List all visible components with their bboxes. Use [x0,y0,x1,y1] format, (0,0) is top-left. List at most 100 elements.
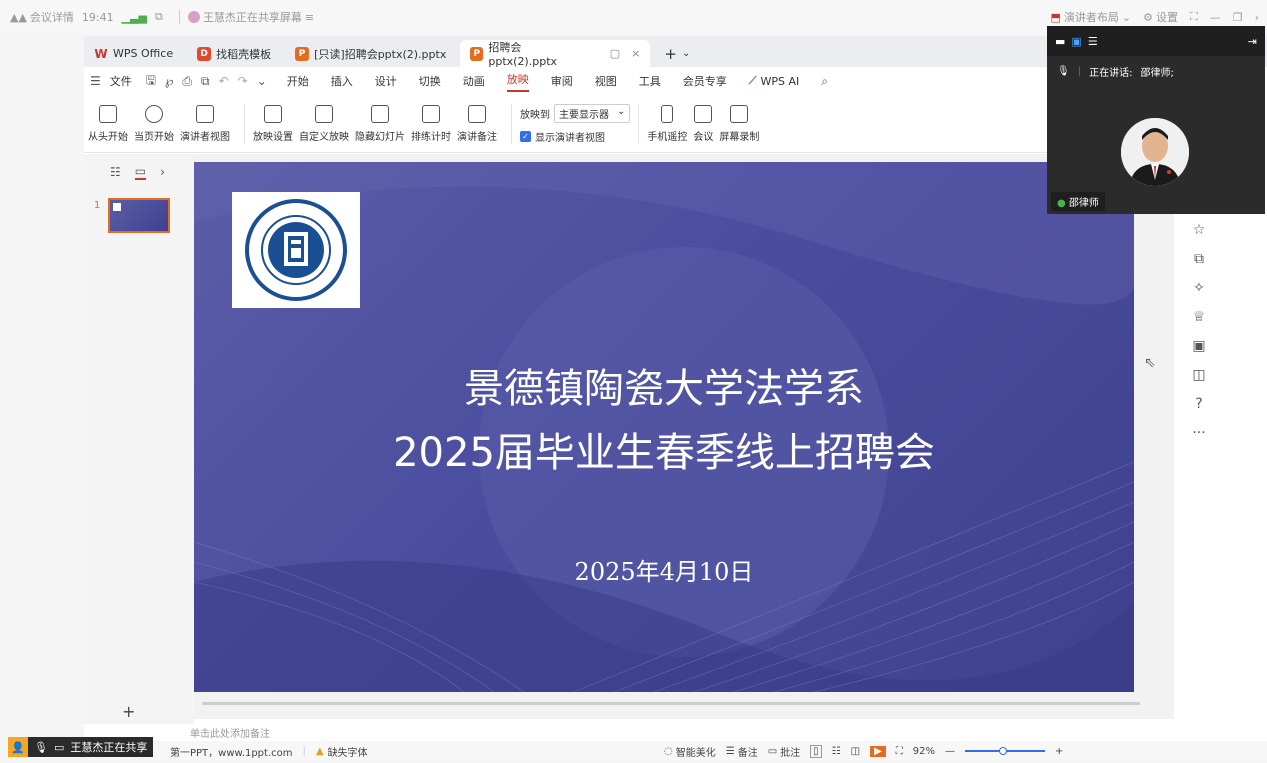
display-select-value: 主要显示器 [559,109,609,121]
book-icon[interactable]: ◫ [1192,367,1205,383]
minimize-icon[interactable]: ▬ [1055,35,1065,48]
menu-animations[interactable]: 动画 [463,73,485,89]
grid-view-icon[interactable]: ☷ [832,746,841,757]
minimize-icon[interactable]: — [1210,11,1221,24]
window-icon[interactable]: ▣ [1071,35,1081,48]
phone-remote-button[interactable]: 手机遥控 [647,104,687,143]
menu-view[interactable]: 视图 [595,73,617,89]
fit-window-icon[interactable]: ⛶ [896,746,903,757]
star-icon[interactable]: ☆ [1193,222,1206,238]
show-presenter-view-checkbox[interactable]: ✓ 显示演讲者视图 [520,129,630,144]
image-icon[interactable]: ▣ [1192,338,1205,354]
meeting-details-button[interactable]: ▲▲ 会议详情 [10,9,74,25]
play-from-current-button[interactable]: 当页开始 [134,104,174,143]
menu-slideshow[interactable]: 放映 [506,71,529,92]
ribbon-label: 排练计时 [411,131,451,143]
reading-view-icon[interactable]: ◫ [851,746,860,757]
divider: | [302,745,306,757]
zoom-in-button[interactable]: + [1055,746,1063,757]
print-icon[interactable]: ⎙ [182,74,192,89]
speaker-notes-button[interactable]: 演讲备注 [457,104,497,143]
slideshow-settings-button[interactable]: 放映设置 [253,104,293,143]
menu-insert[interactable]: 插入 [331,73,353,89]
outline-view-icon[interactable]: ☷ [110,165,121,179]
shapes-icon[interactable]: ⧉ [1194,251,1204,267]
presenter-layout-button[interactable]: ⬒ 演讲者布局 ⌄ [1051,9,1132,25]
presenter-view-button[interactable]: 演讲者视图 [180,104,230,143]
slide-date[interactable]: 2025年4月10日 [194,552,1134,587]
zoom-slider-thumb[interactable] [999,747,1008,755]
slide-title-line2[interactable]: 2025届毕业生春季线上招聘会 [194,424,1134,482]
menu-design[interactable]: 设计 [375,73,397,89]
sharing-status[interactable]: 王慧杰正在共享屏幕 ≡ [187,9,314,25]
menu-tools[interactable]: 工具 [639,73,661,89]
notes-area[interactable]: 单击此处添加备注 [190,722,1174,742]
magic-icon[interactable]: ✧ [1193,280,1205,296]
search-icon[interactable]: ⌕ [821,74,828,89]
screen-record-button[interactable]: 屏幕录制 [719,104,759,143]
play-from-start-button[interactable]: 从头开始 [88,104,128,143]
display-select[interactable]: 主要显示器 ⌄ [554,103,631,123]
undo-icon[interactable]: ↶ [219,74,229,88]
save-icon[interactable]: 🖫 [146,71,156,92]
more-icon[interactable]: ··· [1192,425,1205,441]
slide-title-line1[interactable]: 景德镇陶瓷大学法学系 [194,360,1134,418]
help-icon[interactable]: ? [1195,396,1202,412]
tab-active-ppt[interactable]: P 招聘会pptx(2).pptx ▢ × [460,40,651,68]
shirt-icon[interactable]: ♕ [1193,309,1206,325]
list-icon[interactable]: ☰ [1088,35,1098,48]
notes-icon [468,104,486,123]
smart-beautify-button[interactable]: ◌ 智能美化 [664,744,716,759]
chevron-right-icon[interactable]: › [1255,11,1259,24]
zoom-out-button[interactable]: — [945,746,955,757]
checkbox-checked-icon: ✓ [520,130,531,142]
collapse-icon[interactable]: ⇥ [1248,35,1257,48]
zoom-slider[interactable] [965,747,1046,755]
tab-readonly-ppt[interactable]: P [只读]招聘会pptx(2).pptx [285,40,456,67]
screen-share-badge[interactable]: 👤 🎙 ▭ 王慧杰正在共享 [8,737,154,757]
wps-ai-button[interactable]: ⟋ WPS AI [749,74,799,88]
close-icon[interactable]: × [631,47,640,60]
custom-show-button[interactable]: 自定义放映 [299,104,349,143]
rehearse-timing-button[interactable]: 排练计时 [411,104,451,143]
menu-home[interactable]: 开始 [287,73,309,89]
chevron-down-icon[interactable]: ⌄ [257,74,267,88]
missing-font-link[interactable]: 缺失字体 [328,744,368,759]
normal-view-icon[interactable]: ▯ [810,744,822,758]
wps-ai-icon: ⟋ [748,74,757,87]
tab-window-icon[interactable]: ▢ [610,47,620,60]
file-menu[interactable]: 文件 [110,73,132,89]
fullscreen-icon[interactable]: ⛶ [1190,10,1198,24]
tab-templates[interactable]: D 找稻壳模板 [187,40,281,67]
redo-icon[interactable]: ↷ [238,74,248,88]
zoom-level[interactable]: 92% [913,746,935,757]
slide-thumbnail[interactable] [108,198,170,233]
smart-beautify-label: 智能美化 [675,747,716,759]
menu-member[interactable]: 会员专享 [683,73,727,89]
add-slide-button[interactable]: + [122,702,135,721]
restore-icon[interactable]: ❐ [1233,11,1243,24]
slide-view-icon[interactable]: ▭ [134,164,147,180]
video-panel: ▬ ▣ ☰ ⇥ 🎙 | 正在讲话: 邵律师; ● 邵律师 [1047,26,1265,214]
menu-transitions[interactable]: 切换 [419,73,441,89]
chevron-right-icon[interactable]: › [160,165,165,179]
horizontal-scrollbar[interactable] [190,699,1150,707]
hide-slide-button[interactable]: 隐藏幻灯片 [355,104,405,143]
tab-wps-office[interactable]: W WPS Office [84,40,183,67]
notes-toggle[interactable]: ☰ 备注 [726,744,758,759]
play-slideshow-button[interactable]: ▶ [870,745,886,757]
share-out-icon[interactable]: ⧉ [155,10,163,24]
meeting-button[interactable]: 会议 [693,104,713,143]
comments-toggle[interactable]: ▭ 批注 [768,744,800,759]
comment-icon: ▭ [767,745,778,757]
settings-button[interactable]: ⚙ 设置 [1143,9,1178,25]
speaker-avatar [1121,118,1189,186]
hamburger-icon[interactable]: ☰ [90,74,101,88]
tab-label: 找稻壳模板 [216,47,272,61]
print-preview-icon[interactable]: ⧉ [201,74,210,89]
slide[interactable]: 景德镇陶瓷大学法学系 2025届毕业生春季线上招聘会 2025年4月10日 [194,162,1134,692]
new-tab-button[interactable]: + ⌄ [654,40,700,67]
format-painter-icon[interactable]: ℘ [165,74,173,88]
divider [178,10,180,24]
menu-review[interactable]: 审阅 [551,73,573,89]
